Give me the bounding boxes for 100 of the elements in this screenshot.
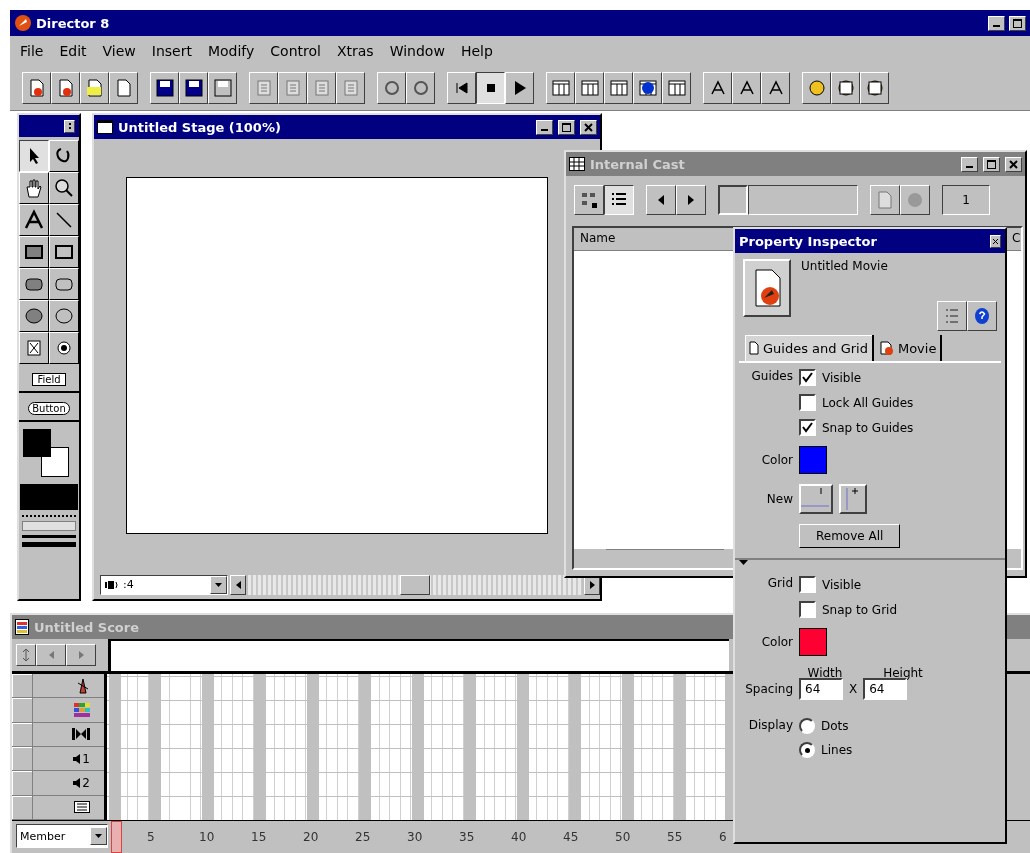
grid-icon <box>569 157 585 171</box>
line-width-selector[interactable] <box>19 513 79 549</box>
color-swatch[interactable] <box>799 446 827 474</box>
checkbox[interactable]: Snap to Grid <box>799 601 898 618</box>
remove-all-button[interactable]: Remove All <box>799 524 901 548</box>
zoom-dropdown[interactable]: :4 <box>100 574 228 595</box>
checkbox[interactable]: Visible <box>799 576 898 593</box>
menu-item[interactable]: Window <box>389 43 445 59</box>
frame-number: 50 <box>615 830 632 844</box>
scroll-left-button[interactable] <box>230 574 246 595</box>
caret-icon <box>95 834 102 838</box>
minimize-button[interactable] <box>961 156 978 172</box>
checkbox[interactable]: Visible <box>799 369 914 386</box>
horizontal-scrollbar[interactable] <box>248 574 582 595</box>
grid-icon <box>579 78 600 98</box>
drag-member-well[interactable] <box>718 185 748 215</box>
checkbox[interactable]: Snap to Guides <box>799 419 914 436</box>
close-icon <box>1009 159 1018 169</box>
help-button[interactable] <box>967 301 997 331</box>
maximize-icon <box>562 122 571 132</box>
member-name-field[interactable] <box>748 185 858 215</box>
tab[interactable]: Guides and Grid <box>745 335 874 361</box>
thumbnails-icon <box>580 191 598 209</box>
palette-icon <box>74 703 90 717</box>
menu-item[interactable]: Insert <box>151 43 192 59</box>
close-button[interactable] <box>1005 156 1022 172</box>
frame-number: 35 <box>459 830 476 844</box>
menu-item[interactable]: File <box>20 43 44 59</box>
script-icon <box>74 801 90 814</box>
close-button[interactable] <box>580 119 597 135</box>
left-arrow-icon <box>48 651 54 659</box>
channel-number: 2 <box>82 775 90 790</box>
right-arrow-icon <box>589 580 595 589</box>
close-icon <box>584 122 593 132</box>
color-swatch[interactable] <box>799 628 827 656</box>
scroll-left-button[interactable] <box>36 644 66 666</box>
minimize-button[interactable] <box>536 119 553 135</box>
script-button[interactable] <box>870 185 900 215</box>
menu-item[interactable]: View <box>102 43 136 59</box>
times-sign: X <box>849 682 858 696</box>
frame-number: 25 <box>355 830 372 844</box>
menu-item[interactable]: Control <box>270 43 321 59</box>
list-view-button[interactable] <box>604 185 634 215</box>
guide-line-icon <box>801 486 829 510</box>
menu-item[interactable]: Help <box>460 43 493 59</box>
logo-icon <box>14 14 32 32</box>
checkmark-icon <box>802 422 813 433</box>
maximize-button[interactable] <box>983 156 1000 172</box>
maximize-button[interactable] <box>1009 15 1026 31</box>
document-icon <box>877 191 893 209</box>
hand-icon <box>23 177 45 199</box>
marker-channel[interactable] <box>111 639 729 671</box>
palette-menu-button[interactable] <box>64 119 75 133</box>
close-icon <box>992 237 999 245</box>
radio-button[interactable]: Lines <box>799 742 853 758</box>
menu-item[interactable]: Edit <box>59 43 87 59</box>
column-header[interactable]: Name <box>574 228 622 250</box>
next-button[interactable] <box>676 185 706 215</box>
height-field[interactable]: 64 <box>863 678 908 700</box>
menu-item[interactable]: Modify <box>207 43 255 59</box>
toolbar-button[interactable] <box>476 72 505 104</box>
maximize-icon <box>987 159 996 169</box>
tool-button[interactable] <box>19 140 49 172</box>
horizontal-guide-well[interactable] <box>799 484 833 514</box>
field-label: Display <box>747 718 793 734</box>
window-title: Internal Cast <box>590 156 685 172</box>
display-dropdown[interactable]: Member <box>16 824 108 848</box>
minimize-button[interactable] <box>988 15 1005 31</box>
film-icon <box>15 619 29 635</box>
member-number-field[interactable]: 1 <box>942 185 990 215</box>
vertical-guide-well[interactable] <box>839 484 867 514</box>
right-arrow-icon <box>78 651 84 659</box>
frame-number: 15 <box>251 830 268 844</box>
previous-button[interactable] <box>646 185 676 215</box>
collapse-triangle-icon[interactable] <box>739 560 748 565</box>
folder-icon <box>84 78 105 98</box>
left-arrow-icon <box>658 195 664 205</box>
width-field[interactable]: 64 <box>799 678 843 700</box>
thumbnail-view-button[interactable] <box>574 185 604 215</box>
frame-ruler[interactable]: 5 10 15 20 25 30 35 40 45 50 55 6 <box>111 821 729 853</box>
radio-button[interactable]: Dots <box>799 718 853 734</box>
maximize-button[interactable] <box>558 119 575 135</box>
scroll-right-button[interactable] <box>66 644 96 666</box>
letter-icon <box>23 209 45 231</box>
checkbox[interactable]: Lock All Guides <box>799 394 914 411</box>
channel-number: 1 <box>82 751 90 766</box>
info-button[interactable] <box>900 185 930 215</box>
field-label: Color <box>760 635 793 649</box>
app-title: Director 8 <box>36 15 110 31</box>
hide-channels-button[interactable] <box>16 644 36 666</box>
window-title: Property Inspector <box>739 233 877 249</box>
arrows-icon <box>22 649 30 661</box>
field-label: Spacing <box>744 682 793 696</box>
speaker-icon <box>105 579 119 590</box>
menu-item[interactable]: Xtras <box>336 43 374 59</box>
speaker-icon <box>73 777 81 788</box>
column-header[interactable]: C <box>1012 228 1021 250</box>
close-button[interactable] <box>990 234 1001 248</box>
maximize-icon <box>1013 18 1022 28</box>
movie-name: Untitled Movie <box>801 259 889 273</box>
